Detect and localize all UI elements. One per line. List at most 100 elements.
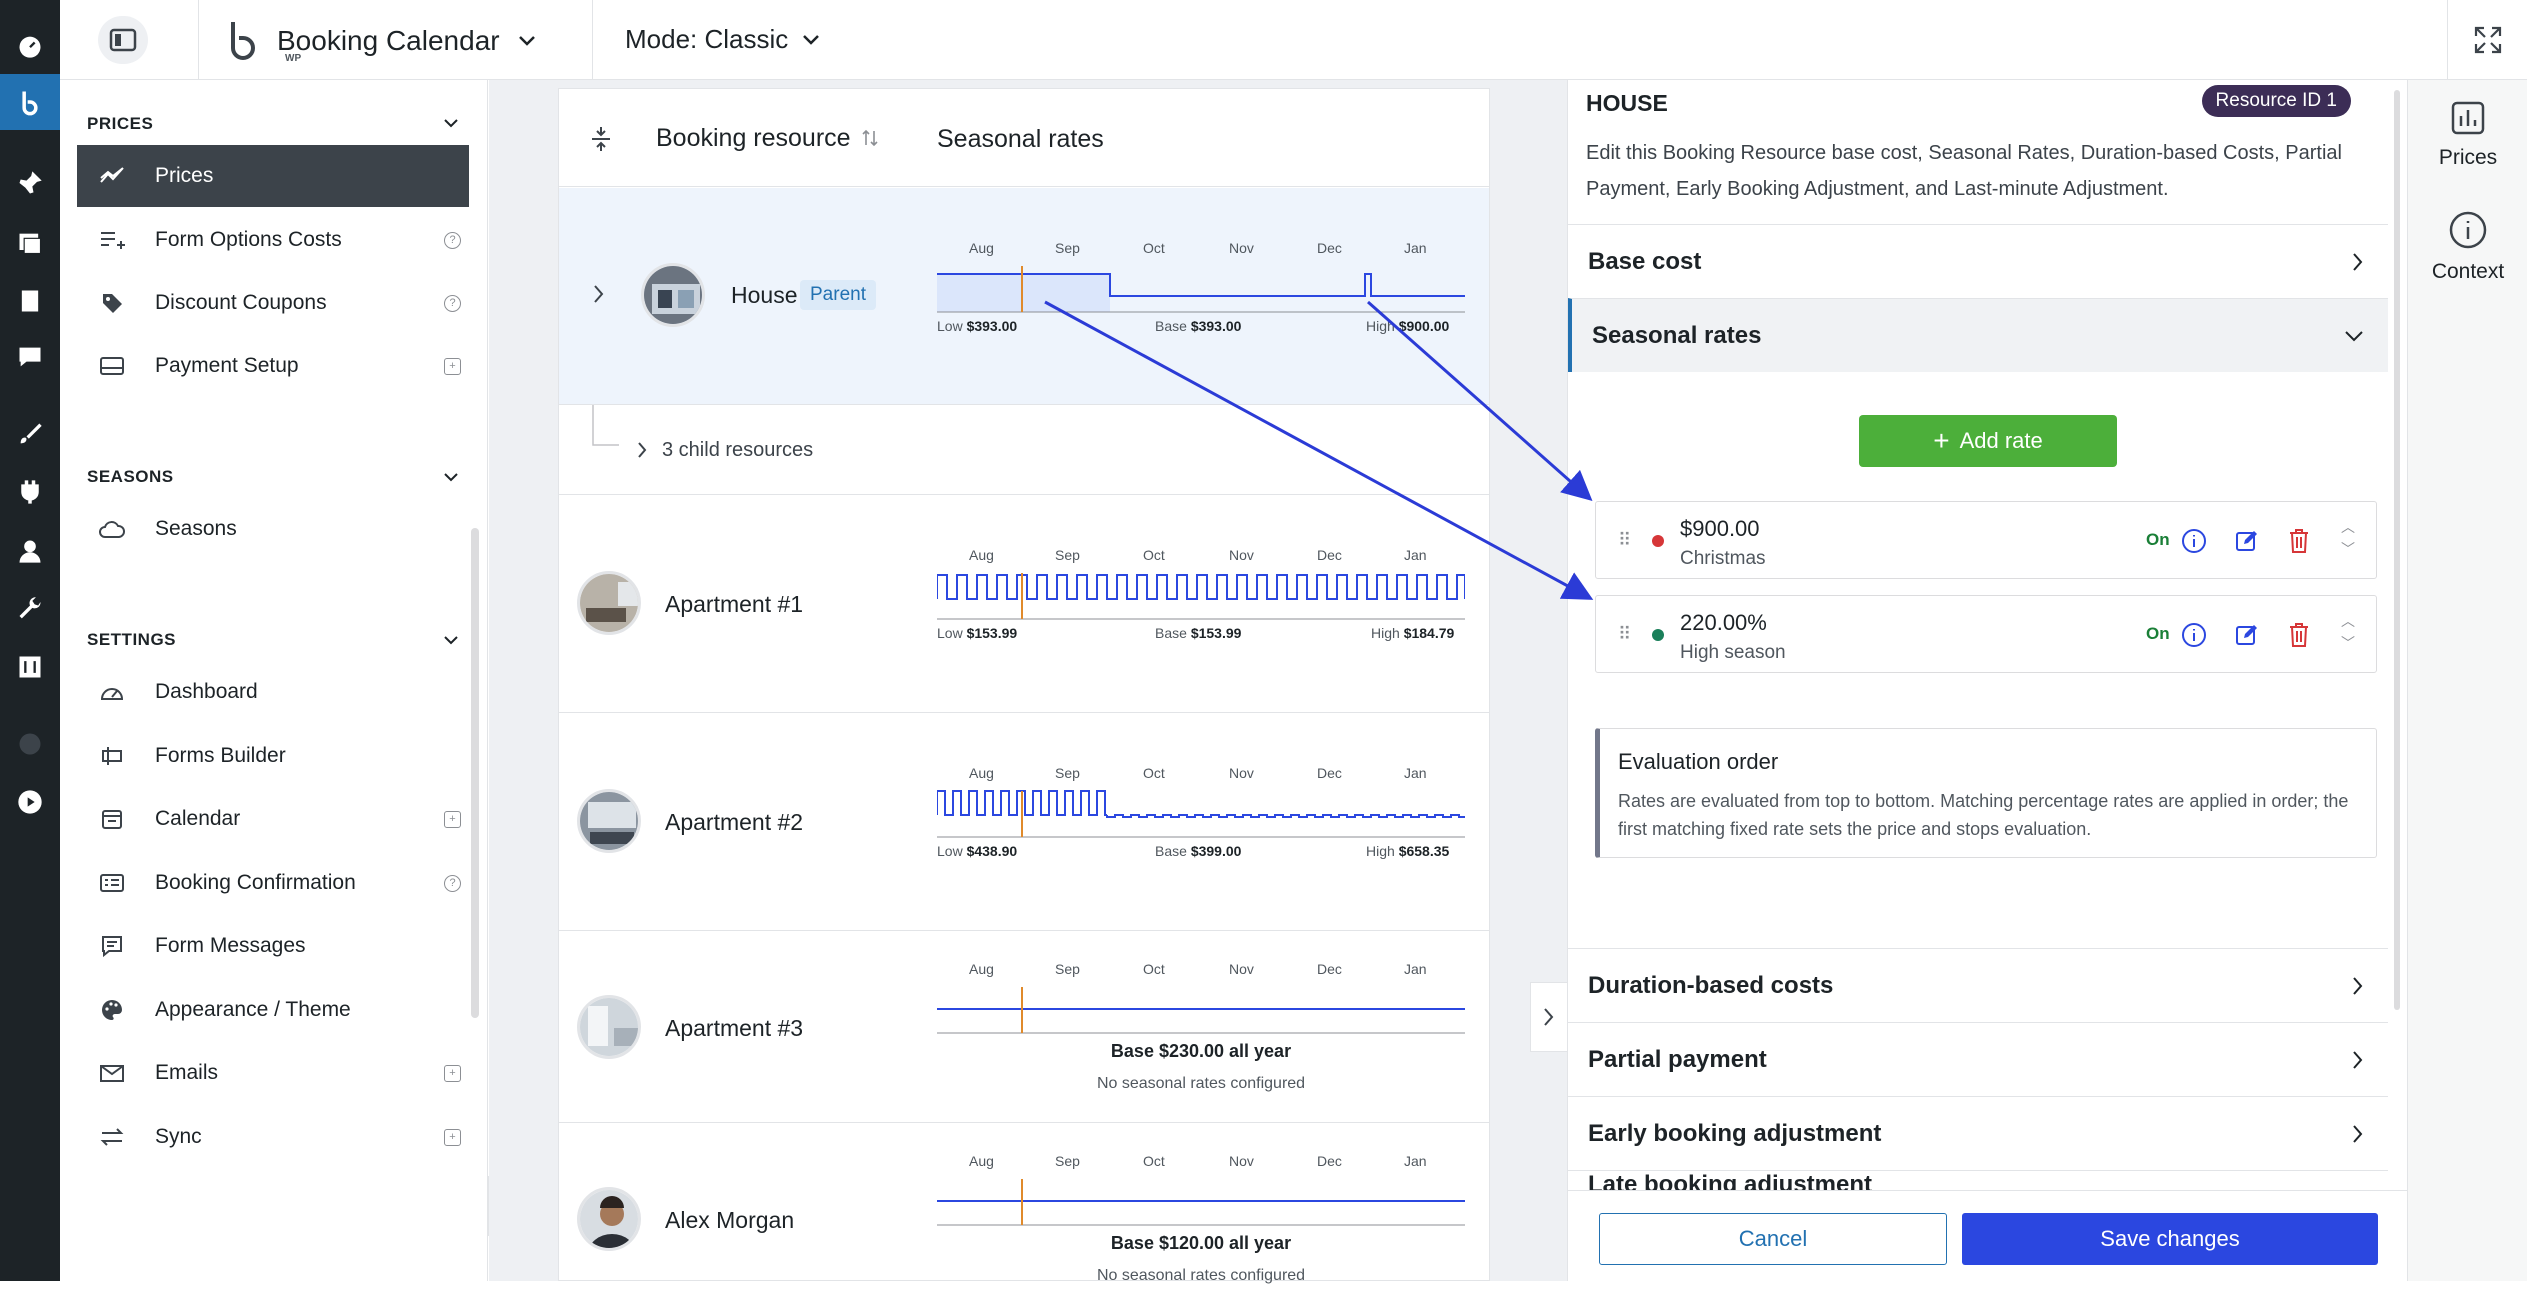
chevron-down-icon[interactable] [443, 635, 459, 645]
eval-text: Rates are evaluated from top to bottom. … [1618, 791, 2349, 839]
play-icon[interactable] [14, 786, 46, 818]
base-all-year: Base $120.00 all year [1110, 1233, 1292, 1253]
month-label: Oct [1143, 547, 1165, 563]
nav-item-calendar[interactable]: Calendar + [77, 788, 469, 850]
pages-icon[interactable] [14, 285, 46, 317]
rate-status[interactable]: On [2146, 624, 2170, 644]
resource-row-apartment-1[interactable]: Apartment #1 Aug Sep Oct Nov Dec Jan Low $153… [559, 495, 1489, 713]
child-resources-row[interactable]: 3 child resources [559, 405, 1489, 495]
rate-chart: Aug Sep Oct Nov Dec Jan Base $120.00 all year… [937, 1153, 1465, 1293]
nav-item-seasons[interactable]: Seasons [77, 498, 469, 560]
section-title: Duration-based costs [1588, 971, 1834, 999]
dashboard-icon[interactable] [14, 30, 46, 62]
section-duration-costs[interactable]: Duration-based costs [1568, 948, 2388, 1022]
pin-icon[interactable] [14, 167, 46, 199]
rate-item-high-season[interactable]: ⠿ 220.00% High season On ︿ ﹀ [1595, 595, 2377, 673]
edit-icon[interactable] [2233, 621, 2261, 649]
nav-item-appearance-theme[interactable]: Appearance / Theme [77, 979, 469, 1041]
app-switcher[interactable]: Booking Calendar WP [225, 20, 536, 64]
cancel-button[interactable]: Cancel [1599, 1213, 1947, 1265]
no-rates-text: No seasonal rates configured [1096, 1267, 1306, 1284]
panel-scrollbar[interactable] [2394, 90, 2400, 1010]
media-icon[interactable] [14, 227, 46, 259]
nav-scrollbar[interactable] [471, 528, 479, 1018]
plus-icon[interactable]: + [444, 1064, 461, 1082]
column-resource[interactable]: Booking resource [656, 124, 851, 153]
trash-icon[interactable] [2285, 621, 2313, 649]
month-label: Aug [969, 961, 994, 977]
sort-icon[interactable] [861, 127, 879, 149]
reorder-arrows-icon[interactable]: ︿ ﹀ [2341, 516, 2355, 560]
chevron-down-icon[interactable] [443, 472, 459, 482]
drag-handle-icon[interactable]: ⠿ [1618, 624, 1631, 645]
fullscreen-button[interactable] [2447, 0, 2527, 80]
rate-status[interactable]: On [2146, 530, 2170, 550]
drag-handle-icon[interactable]: ⠿ [1618, 530, 1631, 551]
comments-icon[interactable] [14, 341, 46, 373]
edit-icon[interactable] [2233, 527, 2261, 555]
section-early-booking[interactable]: Early booking adjustment [1568, 1096, 2388, 1170]
info-icon[interactable] [2180, 527, 2208, 555]
avatar [641, 263, 705, 327]
booking-calendar-icon[interactable] [0, 74, 60, 130]
resource-row-apartment-3[interactable]: Apartment #3 Aug Sep Oct Nov Dec Jan Base $23… [559, 931, 1489, 1123]
nav-item-discount-coupons[interactable]: Discount Coupons ? [77, 272, 469, 334]
resource-list: Booking resource Seasonal rates House Pa… [558, 88, 1490, 1284]
add-rate-button[interactable]: + Add rate [1859, 415, 2117, 467]
tab-context[interactable]: Context [2408, 210, 2527, 284]
mode-selector[interactable]: Mode: Classic [625, 24, 820, 55]
cloud-icon [97, 519, 127, 539]
nav-item-prices[interactable]: Prices [77, 145, 469, 207]
section-title: Early booking adjustment [1588, 1119, 1882, 1147]
section-partial-payment[interactable]: Partial payment [1568, 1022, 2388, 1096]
resource-name: Alex Morgan [665, 1207, 795, 1233]
nav-item-sync[interactable]: Sync + [77, 1106, 469, 1168]
no-rates-text: No seasonal rates configured [1096, 1075, 1306, 1092]
tree-line-icon [592, 405, 619, 446]
plus-icon[interactable]: + [444, 810, 461, 828]
users-icon[interactable] [14, 535, 46, 567]
section-seasonal-rates[interactable]: Seasonal rates [1568, 298, 2388, 372]
resource-row-house[interactable]: House Parent Aug Sep Oct Nov Dec Jan Low $393… [559, 188, 1489, 405]
appearance-icon[interactable] [14, 418, 46, 450]
plus-icon[interactable]: + [444, 1128, 461, 1146]
info-icon[interactable] [2180, 621, 2208, 649]
section-base-cost[interactable]: Base cost [1568, 224, 2388, 298]
section-late-booking[interactable]: Late booking adjustment [1568, 1170, 2388, 1190]
wordpress-icon[interactable] [14, 728, 46, 760]
sidebar-toggle-button[interactable] [98, 16, 148, 64]
trash-icon[interactable] [2285, 527, 2313, 555]
chevron-right-icon[interactable] [593, 284, 605, 304]
month-label: Aug [969, 765, 994, 781]
section-prices-heading: PRICES [87, 114, 154, 133]
month-label: Dec [1317, 547, 1342, 563]
tools-icon[interactable] [14, 593, 46, 625]
settings-icon[interactable] [14, 651, 46, 683]
help-icon[interactable]: ? [444, 874, 461, 892]
resource-row-apartment-2[interactable]: Apartment #2 Aug Sep Oct Nov Dec Jan Low $438… [559, 713, 1489, 931]
plus-icon[interactable]: + [444, 357, 461, 375]
nav-item-dashboard[interactable]: Dashboard [77, 661, 469, 723]
tab-prices[interactable]: Prices [2408, 100, 2527, 170]
plugins-icon[interactable] [14, 476, 46, 508]
month-label: Jan [1404, 961, 1427, 977]
help-icon[interactable]: ? [444, 294, 461, 312]
panel-toggle-button[interactable] [1530, 982, 1568, 1052]
nav-item-emails[interactable]: Emails + [77, 1042, 469, 1104]
reorder-arrows-icon[interactable]: ︿ ﹀ [2341, 610, 2355, 654]
list-plus-icon [97, 229, 127, 251]
month-axis: Aug Sep Oct Nov Dec Jan [937, 961, 1465, 981]
palette-icon [97, 998, 127, 1022]
help-icon[interactable]: ? [444, 231, 461, 249]
nav-item-booking-confirmation[interactable]: Booking Confirmation ? [77, 852, 469, 914]
resource-row-alex-morgan[interactable]: Alex Morgan Aug Sep Oct Nov Dec Jan Base $120… [559, 1123, 1489, 1315]
nav-item-forms-builder[interactable]: Forms Builder [77, 725, 469, 787]
nav-item-form-options-costs[interactable]: Form Options Costs ? [77, 209, 469, 271]
save-changes-button[interactable]: Save changes [1962, 1213, 2378, 1265]
rate-item-christmas[interactable]: ⠿ $900.00 Christmas On ︿ ﹀ [1595, 501, 2377, 579]
nav-item-label: Form Options Costs [155, 228, 342, 251]
expand-collapse-icon[interactable] [589, 125, 613, 153]
nav-item-payment-setup[interactable]: Payment Setup + [77, 335, 469, 397]
nav-item-form-messages[interactable]: Form Messages [77, 915, 469, 977]
chevron-down-icon[interactable] [443, 118, 459, 128]
